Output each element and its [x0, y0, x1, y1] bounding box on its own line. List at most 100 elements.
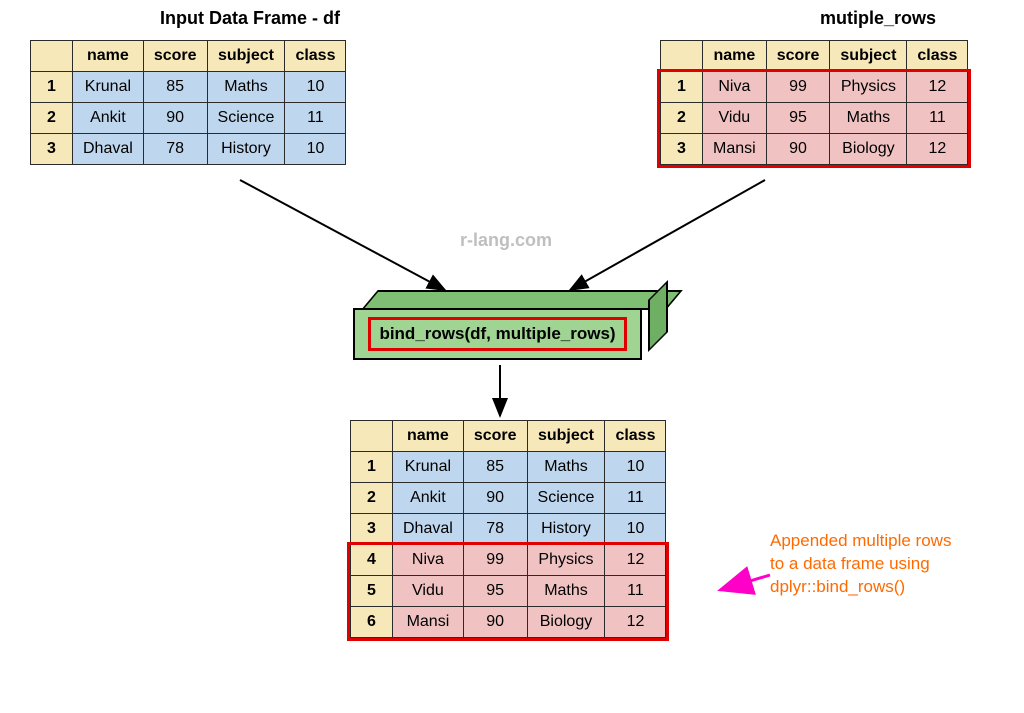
cell-subject: Physics: [830, 72, 907, 103]
cell-score: 99: [766, 72, 830, 103]
cell-class: 11: [285, 103, 346, 134]
table-corner: [661, 41, 703, 72]
table-corner: [351, 421, 393, 452]
cell-name: Vidu: [393, 576, 464, 607]
arrow-mr-to-func: [570, 180, 765, 290]
cell-name: Ankit: [393, 483, 464, 514]
col-header-subject: subject: [207, 41, 285, 72]
table-corner: [31, 41, 73, 72]
table-row: 5Vidu95Maths11: [351, 576, 666, 607]
col-header-class: class: [605, 421, 666, 452]
cell-class: 10: [605, 514, 666, 545]
col-header-class: class: [285, 41, 346, 72]
result-table: namescoresubjectclass1Krunal85Maths102An…: [350, 420, 666, 638]
cell-name: Niva: [393, 545, 464, 576]
df-table: namescoresubjectclass1Krunal85Maths102An…: [30, 40, 346, 165]
cell-name: Dhaval: [393, 514, 464, 545]
col-header-class: class: [907, 41, 968, 72]
cell-score: 85: [463, 452, 527, 483]
col-header-name: name: [393, 421, 464, 452]
cell-score: 90: [766, 134, 830, 165]
row-index: 1: [351, 452, 393, 483]
table-row: 1Niva99Physics12: [661, 72, 968, 103]
cell-score: 90: [143, 103, 207, 134]
row-index: 3: [31, 134, 73, 165]
table-row: 1Krunal85Maths10: [31, 72, 346, 103]
df-title: Input Data Frame - df: [160, 8, 340, 29]
arrow-annotation: [720, 575, 770, 590]
table-row: 3Dhaval78History10: [31, 134, 346, 165]
box-3d-front: bind_rows(df, multiple_rows): [353, 308, 642, 360]
cell-subject: Maths: [527, 452, 605, 483]
cell-subject: Maths: [830, 103, 907, 134]
table-row: 2Vidu95Maths11: [661, 103, 968, 134]
multiple-rows-title: mutiple_rows: [820, 8, 936, 29]
cell-subject: Biology: [830, 134, 907, 165]
arrow-df-to-func: [240, 180, 445, 290]
col-header-score: score: [143, 41, 207, 72]
cell-name: Ankit: [73, 103, 144, 134]
table-row: 2Ankit90Science11: [31, 103, 346, 134]
row-index: 6: [351, 607, 393, 638]
table-row: 3Dhaval78History10: [351, 514, 666, 545]
col-header-name: name: [703, 41, 767, 72]
annotation-line-1: Appended multiple rows: [770, 530, 951, 553]
row-index: 2: [351, 483, 393, 514]
multiple-rows-table: namescoresubjectclass1Niva99Physics122Vi…: [660, 40, 968, 165]
cell-subject: History: [527, 514, 605, 545]
row-index: 1: [31, 72, 73, 103]
col-header-subject: subject: [527, 421, 605, 452]
row-index: 3: [661, 134, 703, 165]
cell-score: 95: [766, 103, 830, 134]
table-row: 6Mansi90Biology12: [351, 607, 666, 638]
cell-name: Niva: [703, 72, 767, 103]
cell-class: 10: [605, 452, 666, 483]
cell-name: Krunal: [393, 452, 464, 483]
annotation-line-2: to a data frame using: [770, 553, 951, 576]
cell-name: Mansi: [393, 607, 464, 638]
cell-class: 10: [285, 72, 346, 103]
cell-score: 90: [463, 483, 527, 514]
cell-class: 11: [605, 576, 666, 607]
row-index: 5: [351, 576, 393, 607]
cell-class: 11: [605, 483, 666, 514]
watermark: r-lang.com: [460, 230, 552, 251]
function-call-text: bind_rows(df, multiple_rows): [368, 317, 626, 351]
table-row: 3Mansi90Biology12: [661, 134, 968, 165]
box-3d-top: [361, 290, 683, 310]
row-index: 3: [351, 514, 393, 545]
cell-score: 78: [463, 514, 527, 545]
row-index: 2: [31, 103, 73, 134]
cell-subject: Science: [527, 483, 605, 514]
annotation-line-3: dplyr::bind_rows(): [770, 576, 951, 599]
cell-name: Vidu: [703, 103, 767, 134]
table-row: 4Niva99Physics12: [351, 545, 666, 576]
cell-score: 99: [463, 545, 527, 576]
cell-class: 12: [907, 72, 968, 103]
cell-name: Dhaval: [73, 134, 144, 165]
annotation-text: Appended multiple rows to a data frame u…: [770, 530, 951, 599]
cell-class: 12: [605, 607, 666, 638]
cell-subject: Science: [207, 103, 285, 134]
cell-class: 11: [907, 103, 968, 134]
cell-score: 90: [463, 607, 527, 638]
table-row: 2Ankit90Science11: [351, 483, 666, 514]
cell-subject: Physics: [527, 545, 605, 576]
cell-class: 10: [285, 134, 346, 165]
col-header-score: score: [766, 41, 830, 72]
cell-name: Mansi: [703, 134, 767, 165]
cell-subject: Biology: [527, 607, 605, 638]
col-header-name: name: [73, 41, 144, 72]
cell-score: 78: [143, 134, 207, 165]
cell-score: 95: [463, 576, 527, 607]
cell-class: 12: [907, 134, 968, 165]
col-header-subject: subject: [830, 41, 907, 72]
col-header-score: score: [463, 421, 527, 452]
cell-subject: Maths: [527, 576, 605, 607]
cell-score: 85: [143, 72, 207, 103]
row-index: 1: [661, 72, 703, 103]
function-box: bind_rows(df, multiple_rows): [353, 290, 658, 364]
cell-name: Krunal: [73, 72, 144, 103]
cell-subject: History: [207, 134, 285, 165]
cell-class: 12: [605, 545, 666, 576]
